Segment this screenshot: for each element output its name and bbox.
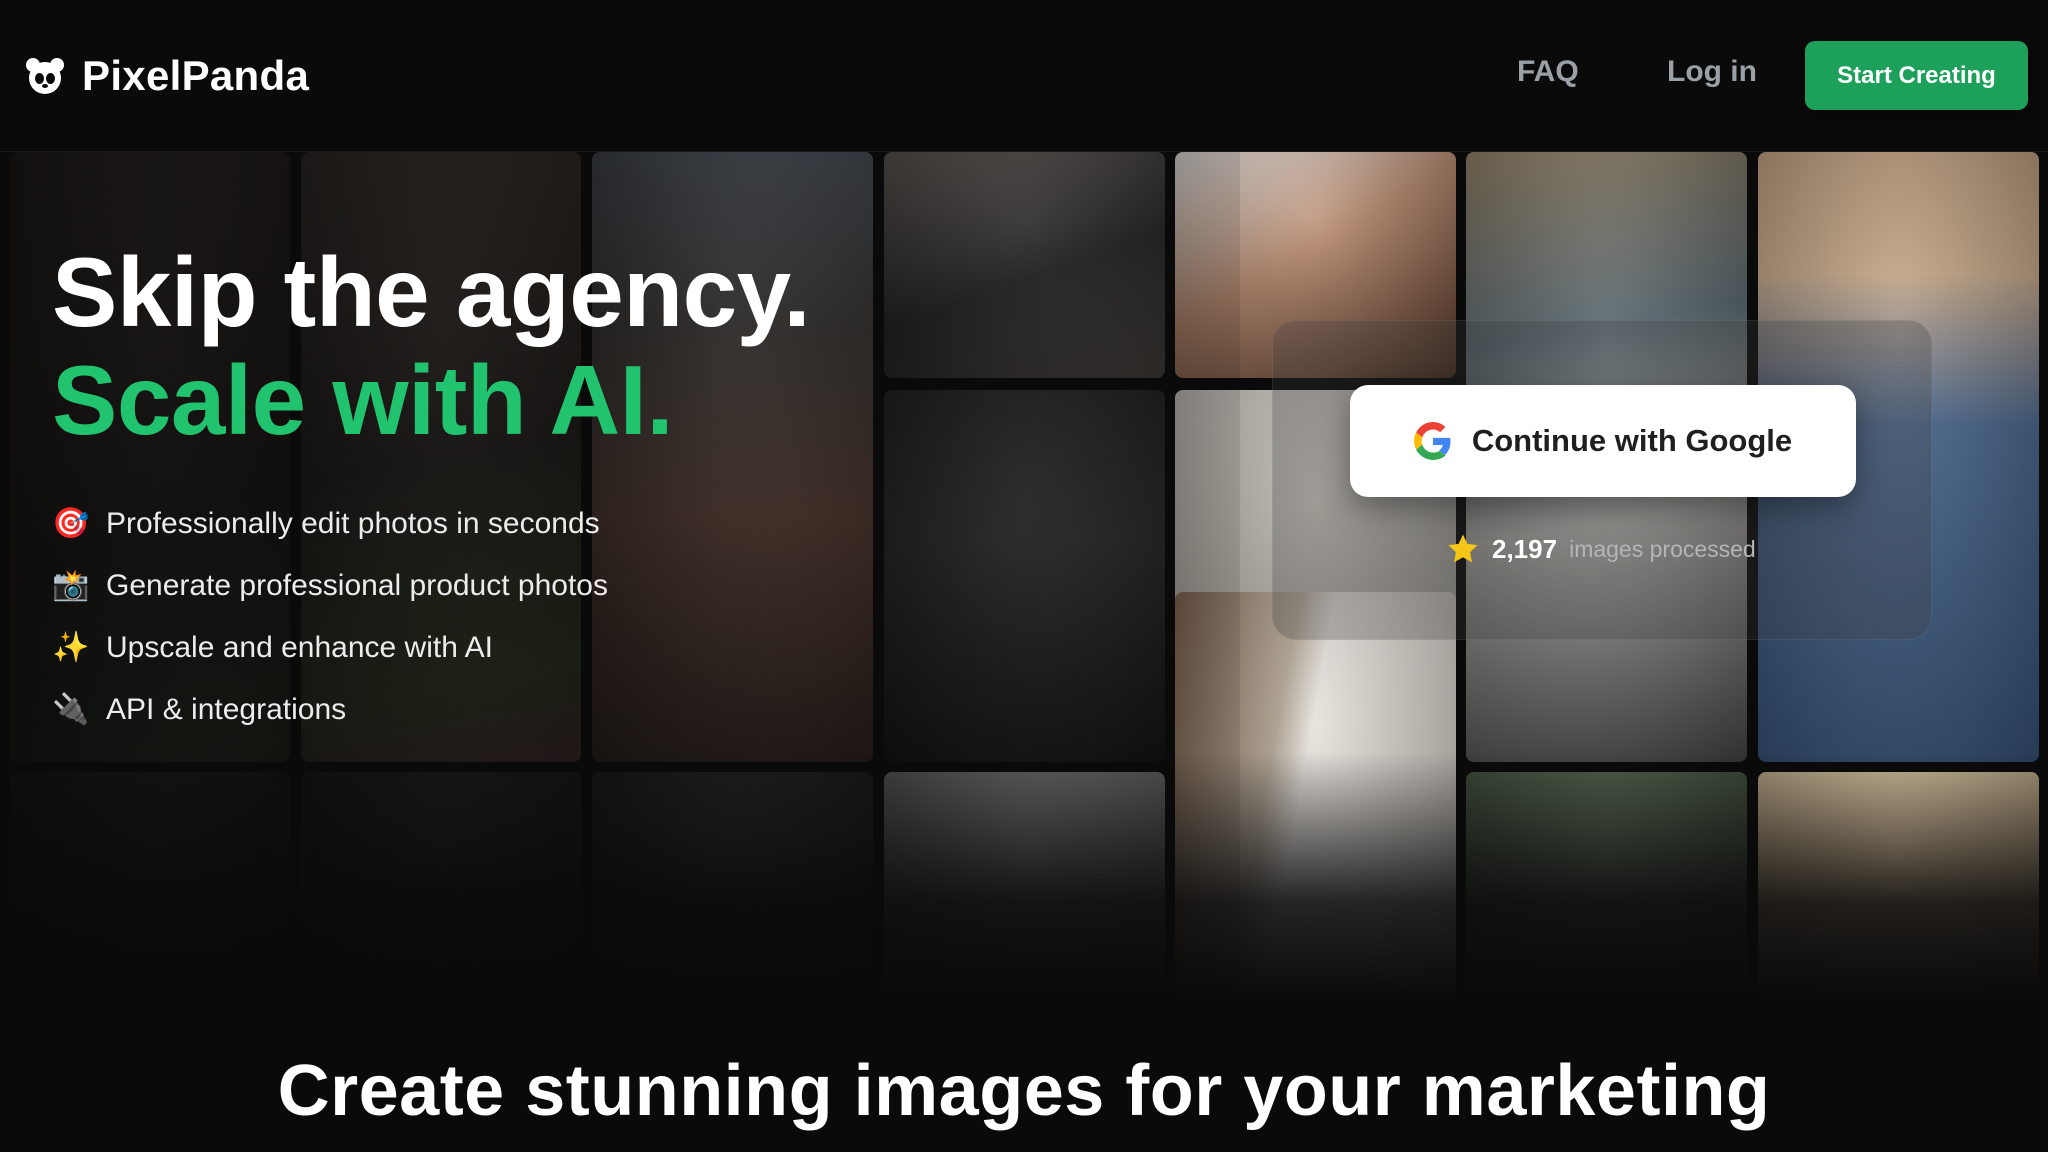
start-creating-button[interactable]: Start Creating — [1805, 41, 2028, 110]
feature-label: Generate professional product photos — [106, 569, 608, 602]
star-icon — [1448, 534, 1478, 563]
top-nav: PixelPanda FAQ Log in Start Creating — [0, 0, 2048, 152]
feature-label: Upscale and enhance with AI — [106, 631, 493, 664]
feature-item: 🔌 API & integrations — [52, 679, 608, 741]
brand-logo[interactable]: PixelPanda — [26, 52, 309, 100]
processed-count: 2,197 — [1492, 533, 1558, 564]
plug-icon: 🔌 — [52, 693, 90, 726]
feature-label: API & integrations — [106, 693, 347, 726]
section-heading: Create stunning images for your marketin… — [277, 1051, 1771, 1131]
hero-title-line2: Scale with AI. — [52, 345, 674, 455]
feature-label: Professionally edit photos in seconds — [106, 507, 600, 540]
nav-faq-link[interactable]: FAQ — [1517, 55, 1579, 89]
google-button-label: Continue with Google — [1471, 423, 1793, 458]
processed-label: images processed — [1569, 535, 1756, 562]
feature-item: 📸 Generate professional product photos — [52, 555, 608, 617]
feature-item: 🎯 Professionally edit photos in seconds — [52, 493, 608, 555]
continue-with-google-button[interactable]: Continue with Google — [1350, 385, 1856, 497]
images-processed-counter: 2,197 images processed — [1446, 532, 1756, 566]
google-icon — [1413, 422, 1451, 460]
nav-login-link[interactable]: Log in — [1667, 55, 1757, 89]
target-icon: 🎯 — [52, 507, 90, 540]
hero-title: Skip the agency. Scale with AI. — [52, 237, 811, 455]
brand-name: PixelPanda — [82, 52, 310, 99]
feature-item: ✨ Upscale and enhance with AI — [52, 617, 608, 679]
camera-icon: 📸 — [52, 569, 90, 602]
gallery-bottom-fade — [0, 752, 2048, 1002]
sparkles-icon: ✨ — [52, 631, 90, 664]
feature-list: 🎯 Professionally edit photos in seconds … — [52, 493, 608, 741]
hero-title-line1: Skip the agency. — [52, 237, 811, 347]
panda-icon — [26, 56, 64, 96]
